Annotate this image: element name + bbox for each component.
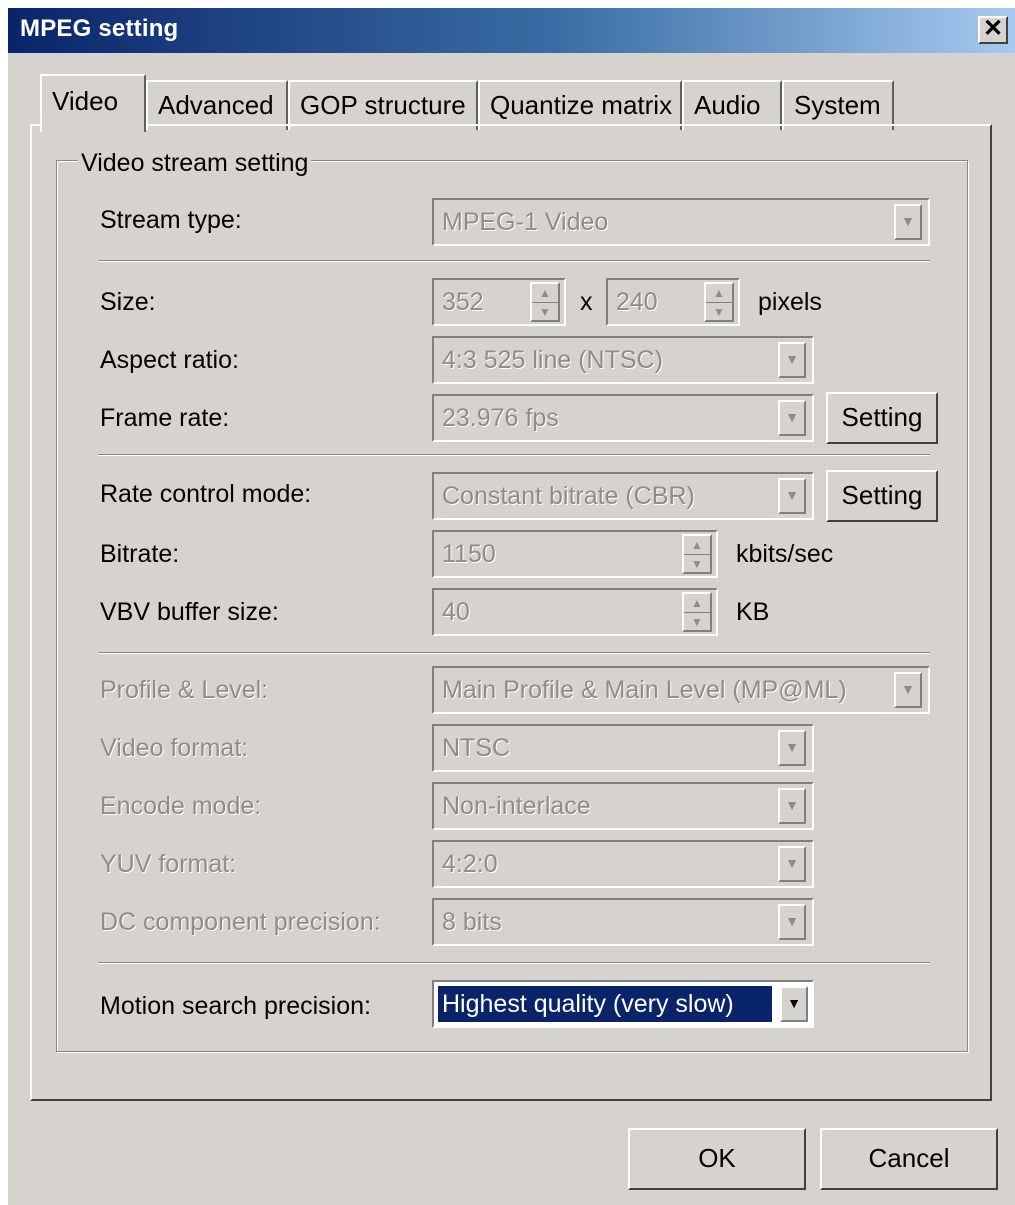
bitrate-unit: kbits/sec [736,540,834,568]
spin-down-icon[interactable]: ▼ [706,303,732,321]
tab-audio[interactable]: Audio [682,80,782,130]
encode-mode-label: Encode mode: [100,792,262,820]
motion-search-select[interactable]: Highest quality (very slow) ▼ [432,980,814,1028]
chevron-down-icon[interactable]: ▼ [778,342,806,378]
aspect-ratio-value: 4:3 525 line (NTSC) [442,346,663,374]
chevron-down-icon: ▼ [894,672,922,708]
chevron-down-icon: ▼ [778,904,806,940]
bitrate-spinbox[interactable]: 1150 ▲ ▼ [432,530,718,578]
frame-rate-setting-button[interactable]: Setting [826,392,938,444]
size-separator: x [580,288,593,316]
size-unit: pixels [758,288,822,316]
profile-level-value: Main Profile & Main Level (MP@ML) [442,676,847,704]
vbv-buffer-spinbox[interactable]: 40 ▲ ▼ [432,588,718,636]
stream-type-select[interactable]: MPEG-1 Video ▼ [432,198,930,246]
aspect-ratio-label: Aspect ratio: [100,346,239,374]
separator [98,652,930,654]
rate-control-setting-button[interactable]: Setting [826,470,938,522]
stream-type-value: MPEG-1 Video [442,208,609,236]
rate-control-select[interactable]: Constant bitrate (CBR) ▼ [432,472,814,520]
dc-precision-label: DC component precision: [100,908,381,936]
vbv-spin-buttons[interactable]: ▲ ▼ [682,592,712,632]
spin-up-icon[interactable]: ▲ [684,594,710,613]
encode-mode-value: Non-interlace [442,792,591,820]
chevron-down-icon[interactable]: ▼ [780,986,808,1022]
close-icon: ✕ [982,15,1004,42]
video-format-label: Video format: [100,734,249,762]
height-spin-buttons[interactable]: ▲ ▼ [704,282,734,322]
vbv-buffer-unit: KB [736,598,770,626]
profile-level-select: Main Profile & Main Level (MP@ML) ▼ [432,666,930,714]
dc-precision-select: 8 bits ▼ [432,898,814,946]
vbv-buffer-value: 40 [442,598,470,626]
chevron-down-icon: ▼ [778,846,806,882]
size-label: Size: [100,288,156,316]
window-title: MPEG setting [20,15,179,42]
separator [98,260,930,262]
frame-rate-select[interactable]: 23.976 fps ▼ [432,394,814,442]
bitrate-spin-buttons[interactable]: ▲ ▼ [682,534,712,574]
yuv-format-select: 4:2:0 ▼ [432,840,814,888]
vbv-buffer-label: VBV buffer size: [100,598,279,626]
width-spinbox[interactable]: 352 ▲ ▼ [432,278,566,326]
title-bar: MPEG setting ✕ [8,8,1015,53]
spin-down-icon[interactable]: ▼ [684,613,710,631]
spin-down-icon[interactable]: ▼ [532,303,558,321]
chevron-down-icon[interactable]: ▼ [778,400,806,436]
height-value: 240 [616,288,658,316]
ok-button[interactable]: OK [628,1128,806,1190]
tab-system[interactable]: System [782,80,894,130]
tab-advanced[interactable]: Advanced [146,80,288,130]
bitrate-value: 1150 [442,540,496,568]
group-title: Video stream setting [78,150,312,176]
video-format-value: NTSC [442,734,511,762]
spin-down-icon[interactable]: ▼ [684,555,710,573]
tab-video[interactable]: Video [40,74,146,132]
motion-search-value: Highest quality (very slow) [438,986,772,1022]
chevron-down-icon: ▼ [778,788,806,824]
profile-level-label: Profile & Level: [100,676,269,704]
chevron-down-icon[interactable]: ▼ [894,204,922,240]
yuv-format-label: YUV format: [100,850,237,878]
cancel-button[interactable]: Cancel [820,1128,998,1190]
separator [98,454,930,456]
rate-control-label: Rate control mode: [100,480,312,508]
dc-precision-value: 8 bits [442,908,502,936]
close-button[interactable]: ✕ [978,16,1008,44]
separator [98,962,930,964]
spin-up-icon[interactable]: ▲ [706,284,732,303]
width-value: 352 [442,288,484,316]
yuv-format-value: 4:2:0 [442,850,498,878]
frame-rate-value: 23.976 fps [442,404,559,432]
width-spin-buttons[interactable]: ▲ ▼ [530,282,560,322]
bitrate-label: Bitrate: [100,540,180,568]
height-spinbox[interactable]: 240 ▲ ▼ [606,278,740,326]
chevron-down-icon: ▼ [778,730,806,766]
rate-control-value: Constant bitrate (CBR) [442,482,695,510]
stream-type-label: Stream type: [100,206,242,234]
video-format-select: NTSC ▼ [432,724,814,772]
chevron-down-icon[interactable]: ▼ [778,478,806,514]
tab-quantize-matrix[interactable]: Quantize matrix [478,80,682,130]
encode-mode-select: Non-interlace ▼ [432,782,814,830]
spin-up-icon[interactable]: ▲ [532,284,558,303]
spin-up-icon[interactable]: ▲ [684,536,710,555]
frame-rate-label: Frame rate: [100,404,230,432]
tab-gop-structure[interactable]: GOP structure [288,80,478,130]
aspect-ratio-select[interactable]: 4:3 525 line (NTSC) ▼ [432,336,814,384]
motion-search-label: Motion search precision: [100,992,371,1020]
